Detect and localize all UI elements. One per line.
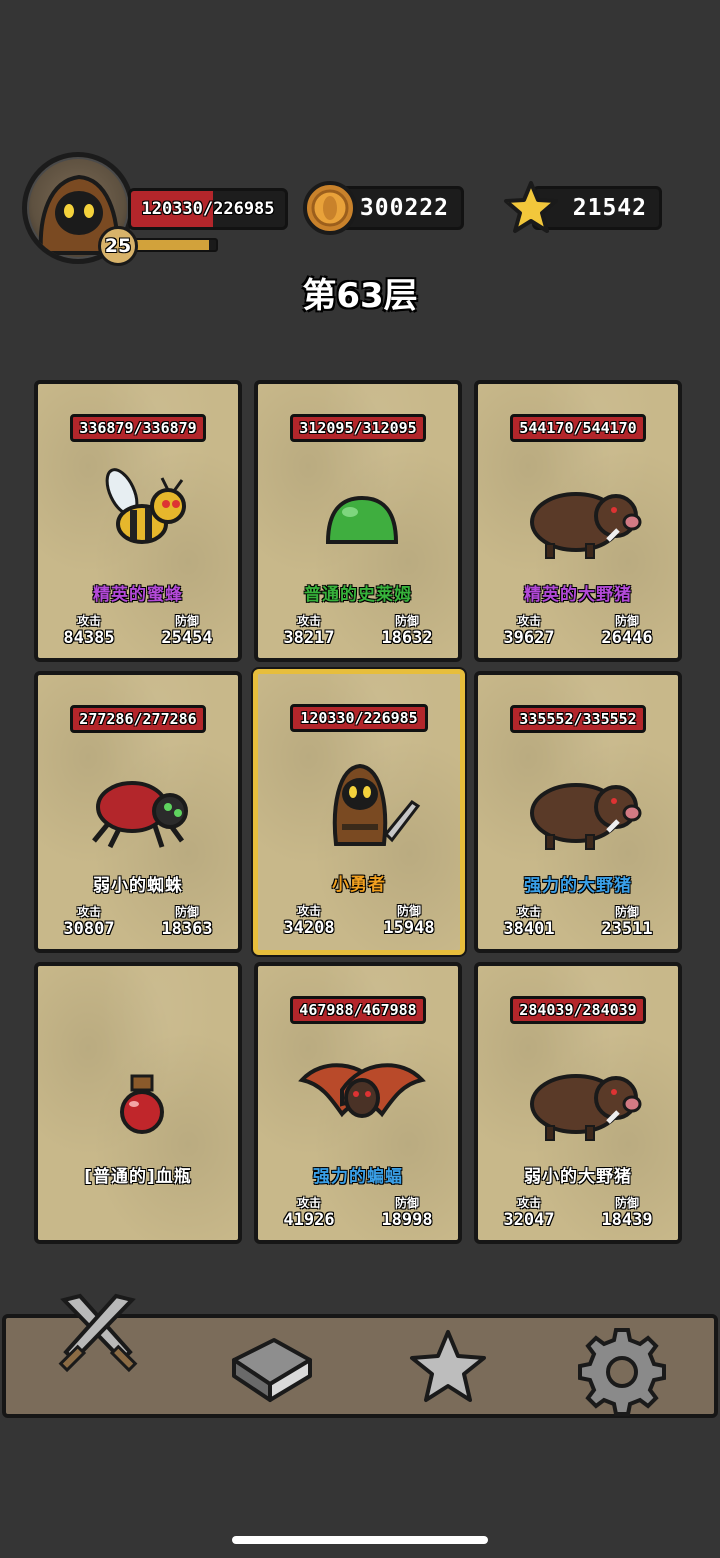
enemy-name: 普通的史莱姆 (304, 585, 412, 605)
bat-icon (298, 1063, 426, 1118)
defense-label: 防御 (396, 904, 421, 918)
attack-value: 39627 (503, 628, 555, 648)
defense-value: 18998 (381, 1210, 433, 1230)
defense-value: 18632 (381, 628, 433, 648)
attack-stat: 攻击 84385 (44, 614, 134, 648)
attack-stat: 攻击 41926 (264, 1196, 354, 1230)
defense-stat: 防御 25454 (142, 614, 232, 648)
enemy-name: 精英的大野猪 (524, 585, 632, 605)
item-name: [普通的]血瓶 (84, 1167, 192, 1187)
coin-icon (303, 181, 357, 235)
defense-value: 15948 (383, 918, 435, 938)
defense-value: 23511 (601, 919, 653, 939)
defense-label: 防御 (174, 614, 199, 628)
enemy-hp-bar: 336879/336879 (70, 414, 206, 442)
defense-stat: 防御 15948 (364, 904, 454, 938)
defense-label: 防御 (614, 1196, 639, 1210)
slime-icon (325, 495, 399, 544)
player-card[interactable]: 120330/226985 小勇者 攻击 34208 防御 15948 (253, 669, 465, 955)
defense-value: 18439 (601, 1210, 653, 1230)
attack-label: 攻击 (516, 614, 541, 628)
defense-value: 25454 (161, 628, 213, 648)
attack-label: 攻击 (516, 905, 541, 919)
enemy-name: 强力的大野猪 (524, 876, 632, 896)
defense-label: 防御 (394, 614, 419, 628)
enemy-name: 弱小的蜘蛛 (93, 876, 183, 896)
enemy-name: 弱小的大野猪 (524, 1167, 632, 1187)
enemy-hp-bar: 335552/335552 (510, 705, 646, 733)
enemy-name: 精英的蜜蜂 (93, 585, 183, 605)
defense-value: 18363 (161, 919, 213, 939)
enemy-hp-bar: 277286/277286 (70, 705, 206, 733)
home-indicator[interactable] (232, 1536, 488, 1544)
boar-icon (530, 1074, 642, 1141)
floor-title: 第63层 (302, 276, 418, 316)
defense-stat: 防御 18363 (142, 905, 232, 939)
defense-stat: 防御 26446 (582, 614, 672, 648)
attack-value: 84385 (63, 628, 115, 648)
attack-value: 38217 (283, 628, 335, 648)
boar-icon (530, 783, 642, 850)
defense-stat: 防御 18998 (362, 1196, 452, 1230)
defense-label: 防御 (394, 1196, 419, 1210)
player-card-hp-bar: 120330/226985 (290, 704, 428, 732)
attack-stat: 攻击 34208 (264, 904, 354, 938)
attack-stat: 攻击 32047 (484, 1196, 574, 1230)
attack-stat: 攻击 38217 (264, 614, 354, 648)
defense-stat: 防御 18439 (582, 1196, 672, 1230)
player-hp-text: 120330/226985 (141, 199, 275, 219)
attack-stat: 攻击 39627 (484, 614, 574, 648)
attack-label: 攻击 (76, 614, 101, 628)
attack-value: 34208 (283, 918, 335, 938)
defense-label: 防御 (614, 614, 639, 628)
player-level-badge: 25 (98, 226, 138, 266)
crossed-swords-icon[interactable] (50, 1290, 146, 1386)
defense-stat: 防御 23511 (582, 905, 672, 939)
enemy-card[interactable]: 336879/336879 精英的蜜蜂 攻击 84385 防御 25454 (34, 380, 242, 662)
enemy-hp-bar: 312095/312095 (290, 414, 426, 442)
attack-label: 攻击 (296, 904, 321, 918)
gear-icon[interactable] (574, 1320, 670, 1416)
attack-label: 攻击 (516, 1196, 541, 1210)
star-icon[interactable] (400, 1320, 496, 1416)
attack-label: 攻击 (296, 614, 321, 628)
player-xp-fill (128, 240, 209, 250)
enemy-card[interactable]: 544170/544170 精英的大野猪 攻击 39627 防御 26446 (474, 380, 682, 662)
attack-value: 38401 (503, 919, 555, 939)
defense-label: 防御 (614, 905, 639, 919)
item-card[interactable]: [普通的]血瓶 (34, 962, 242, 1244)
player-hp-bar: 120330/226985 (128, 188, 288, 230)
book-icon[interactable] (224, 1320, 320, 1416)
enemy-hp-bar: 467988/467988 (290, 996, 426, 1024)
boar-icon (530, 492, 642, 559)
player-name: 小勇者 (332, 875, 386, 895)
bee-icon (105, 468, 186, 544)
defense-stat: 防御 18632 (362, 614, 452, 648)
attack-stat: 攻击 30807 (44, 905, 134, 939)
attack-value: 41926 (283, 1210, 335, 1230)
player-xp-bar (126, 238, 218, 252)
enemy-hp-bar: 544170/544170 (510, 414, 646, 442)
enemy-card[interactable]: 277286/277286 弱小的蜘蛛 攻击 30807 防御 18363 (34, 671, 242, 953)
defense-label: 防御 (174, 905, 199, 919)
attack-stat: 攻击 38401 (484, 905, 574, 939)
spider-icon (92, 781, 188, 849)
attack-value: 32047 (503, 1210, 555, 1230)
attack-label: 攻击 (296, 1196, 321, 1210)
enemy-hp-bar: 284039/284039 (510, 996, 646, 1024)
enemy-card[interactable]: 467988/467988 强力的蝙蝠 攻击 41926 防御 18998 (254, 962, 462, 1244)
attack-label: 攻击 (76, 905, 101, 919)
defense-value: 26446 (601, 628, 653, 648)
attack-value: 30807 (63, 919, 115, 939)
hooded-hero-icon (332, 763, 421, 846)
enemy-card[interactable]: 312095/312095 普通的史莱姆 攻击 38217 防御 18632 (254, 380, 462, 662)
enemy-name: 强力的蝙蝠 (313, 1167, 403, 1187)
enemy-card[interactable]: 335552/335552 强力的大野猪 攻击 38401 防御 23511 (474, 671, 682, 953)
health-potion-icon (120, 1074, 164, 1134)
enemy-card[interactable]: 284039/284039 弱小的大野猪 攻击 32047 防御 18439 (474, 962, 682, 1244)
star-icon (504, 181, 558, 233)
